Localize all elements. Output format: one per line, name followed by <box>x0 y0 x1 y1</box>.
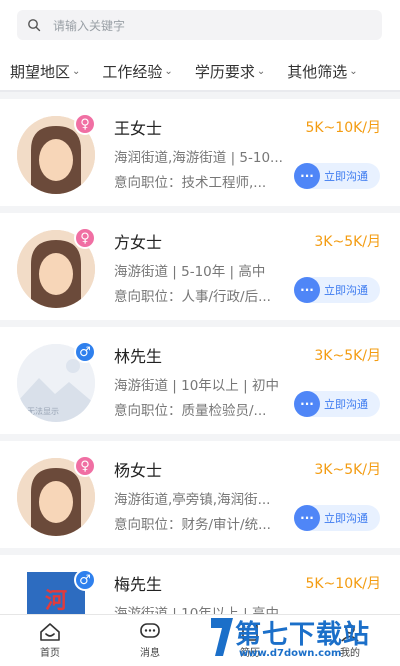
watermark-url: www.d7down.com <box>239 648 342 659</box>
svg-text:河: 河 <box>45 589 67 614</box>
chat-label: 立即沟通 <box>324 398 368 411</box>
candidate-intent: 意向职位：人事/行政/后... <box>114 289 271 305</box>
chat-label: 立即沟通 <box>324 512 368 525</box>
salary: 5K~10K/月 <box>305 576 381 592</box>
watermark-logo-icon <box>211 618 233 656</box>
filter-other[interactable]: 其他筛选 ⌄ <box>287 61 357 82</box>
chat-button[interactable]: ··· 立即沟通 <box>294 505 380 531</box>
chat-label: 立即沟通 <box>324 284 368 297</box>
candidate-card[interactable]: ♀ 方女士 3K~5K/月 海游街道 | 5-10年 | 高中 意向职位：人事/… <box>0 213 400 320</box>
tab-label: 消息 <box>140 648 160 659</box>
chat-label: 立即沟通 <box>324 170 368 183</box>
avatar-caption: 无法显示 <box>27 407 59 416</box>
chat-bubble-icon: ··· <box>294 391 320 417</box>
candidate-intent: 意向职位：技术工程师,... <box>114 175 267 191</box>
search-input[interactable]: 请输入关键字 <box>17 10 382 40</box>
site-watermark: 第七下载站 www.d7down.com <box>205 610 400 666</box>
candidate-name: 林先生 <box>114 347 163 366</box>
chevron-down-icon: ⌄ <box>349 65 358 77</box>
search-icon <box>28 19 41 32</box>
home-icon <box>40 623 60 641</box>
candidate-card[interactable]: ♀ 王女士 5K~10K/月 海润街道,海游街道 | 5-10... 意向职位：… <box>0 99 400 206</box>
filter-label: 期望地区 <box>10 62 71 81</box>
salary: 5K~10K/月 <box>305 120 381 136</box>
chat-button[interactable]: ··· 立即沟通 <box>294 163 380 189</box>
salary: 3K~5K/月 <box>314 462 381 478</box>
chat-bubble-icon: ··· <box>294 505 320 531</box>
female-icon: ♀ <box>74 113 96 135</box>
filter-bar: 期望地区 ⌄ 工作经验 ⌄ 学历要求 ⌄ 其他筛选 ⌄ <box>0 52 400 92</box>
filter-region[interactable]: 期望地区 ⌄ <box>10 61 80 82</box>
filter-experience[interactable]: 工作经验 ⌄ <box>102 61 172 82</box>
male-icon: ♂ <box>74 341 96 363</box>
candidate-card[interactable]: 无法显示 ♂ 林先生 3K~5K/月 海游街道 | 10年以上 | 初中 意向职… <box>0 327 400 434</box>
filter-label: 学历要求 <box>194 62 255 81</box>
search-placeholder: 请输入关键字 <box>53 18 126 33</box>
candidate-info: 海游街道 | 10年以上 | 初中 <box>114 378 279 394</box>
candidate-name: 王女士 <box>114 119 163 138</box>
salary: 3K~5K/月 <box>314 234 381 250</box>
male-icon: ♂ <box>74 569 96 591</box>
message-icon <box>140 623 160 638</box>
salary: 3K~5K/月 <box>314 348 381 364</box>
female-icon: ♀ <box>74 455 96 477</box>
tab-messages[interactable]: 消息 <box>100 615 200 666</box>
candidate-intent: 意向职位：质量检验员/... <box>114 403 267 419</box>
candidate-info: 海游街道 | 5-10年 | 高中 <box>114 264 266 280</box>
candidate-intent: 意向职位：财务/审计/统... <box>114 517 271 533</box>
filter-label: 其他筛选 <box>287 62 348 81</box>
chat-bubble-icon: ··· <box>294 163 320 189</box>
candidate-card[interactable]: ♀ 杨女士 3K~5K/月 海游街道,亭旁镇,海润街... 意向职位：财务/审计… <box>0 441 400 548</box>
candidate-info: 海润街道,海游街道 | 5-10... <box>114 150 283 166</box>
chat-button[interactable]: ··· 立即沟通 <box>294 391 380 417</box>
watermark-title: 第七下载站 <box>235 620 371 650</box>
tab-home[interactable]: 首页 <box>0 615 100 666</box>
chevron-down-icon: ⌄ <box>256 65 266 77</box>
filter-education[interactable]: 学历要求 ⌄ <box>195 61 265 82</box>
search-bar: 请输入关键字 <box>0 0 400 52</box>
filter-label: 工作经验 <box>102 62 163 81</box>
chevron-down-icon: ⌄ <box>72 65 81 77</box>
chat-bubble-icon: ··· <box>294 277 320 303</box>
candidate-name: 方女士 <box>114 233 163 252</box>
tab-label: 首页 <box>40 648 60 659</box>
candidate-name: 杨女士 <box>114 461 163 480</box>
chat-button[interactable]: ··· 立即沟通 <box>294 277 380 303</box>
candidate-card[interactable]: 河 ♂ 梅先生 5K~10K/月 海游街道 | 10年以上 | 高中 <box>0 555 400 614</box>
female-icon: ♀ <box>74 227 96 249</box>
candidate-name: 梅先生 <box>114 575 163 594</box>
candidate-info: 海游街道,亭旁镇,海润街... <box>114 492 271 508</box>
chevron-down-icon: ⌄ <box>164 65 173 77</box>
